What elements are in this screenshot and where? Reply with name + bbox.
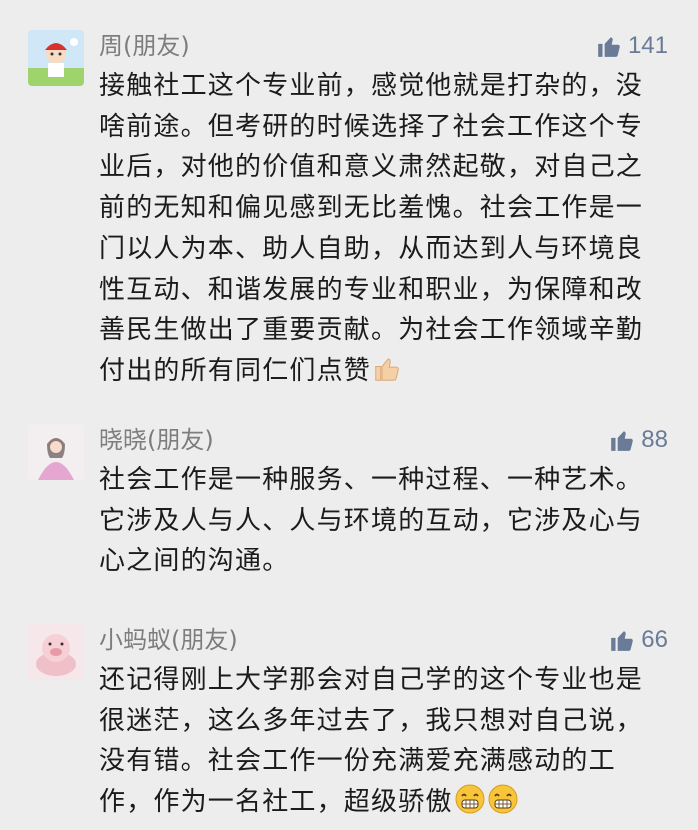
comment-list: 周(朋友) 141 接触社工这个专业前，感觉他就是打杂的，没啥前途。但考研的时候… bbox=[0, 0, 698, 830]
comment-item: 周(朋友) 141 接触社工这个专业前，感觉他就是打杂的，没啥前途。但考研的时候… bbox=[0, 28, 698, 386]
commenter-name[interactable]: 小蚂蚁(朋友) bbox=[99, 622, 238, 658]
like-button[interactable]: 66 bbox=[609, 620, 668, 660]
comment-text-body: 社会工作是一种服务、一种过程、一种艺术。它涉及人与人、人与环境的互动，它涉及心与… bbox=[99, 465, 644, 577]
comment-text: 还记得刚上大学那会对自己学的这个专业也是很迷茫，这么多年过去了，我只想对自己说，… bbox=[99, 660, 659, 828]
like-button[interactable]: 88 bbox=[609, 420, 668, 460]
commenter-name[interactable]: 晓晓(朋友) bbox=[99, 422, 214, 458]
thumbs-up-icon bbox=[598, 37, 620, 57]
comment-text-body: 还记得刚上大学那会对自己学的这个专业也是很迷茫，这么多年过去了，我只想对自己说，… bbox=[99, 665, 644, 818]
avatar[interactable] bbox=[28, 30, 84, 86]
grinning-emoji bbox=[487, 783, 519, 828]
like-count: 88 bbox=[641, 426, 668, 453]
comment-text: 社会工作是一种服务、一种过程、一种艺术。它涉及人与人、人与环境的互动，它涉及心与… bbox=[99, 460, 659, 582]
thumbs-up-icon bbox=[611, 631, 634, 651]
avatar[interactable] bbox=[28, 624, 84, 680]
comment-item: 晓晓(朋友) 88 社会工作是一种服务、一种过程、一种艺术。它涉及人与人、人与环… bbox=[0, 422, 698, 576]
like-count: 66 bbox=[641, 626, 668, 653]
comment-item: 小蚂蚁(朋友) 66 还记得刚上大学那会对自己学的这个专业也是很迷茫，这么多年过… bbox=[0, 624, 698, 824]
thumbs-up-emoji bbox=[372, 354, 402, 397]
commenter-name[interactable]: 周(朋友) bbox=[99, 28, 190, 64]
avatar[interactable] bbox=[28, 424, 84, 480]
comment-text-body: 接触社工这个专业前，感觉他就是打杂的，没啥前途。但考研的时候选择了社会工作这个专… bbox=[99, 71, 644, 386]
comment-text: 接触社工这个专业前，感觉他就是打杂的，没啥前途。但考研的时候选择了社会工作这个专… bbox=[99, 66, 659, 397]
grinning-emoji bbox=[454, 783, 486, 828]
thumbs-up-icon bbox=[611, 431, 634, 451]
like-button[interactable]: 141 bbox=[596, 26, 668, 66]
like-count: 141 bbox=[627, 32, 668, 59]
